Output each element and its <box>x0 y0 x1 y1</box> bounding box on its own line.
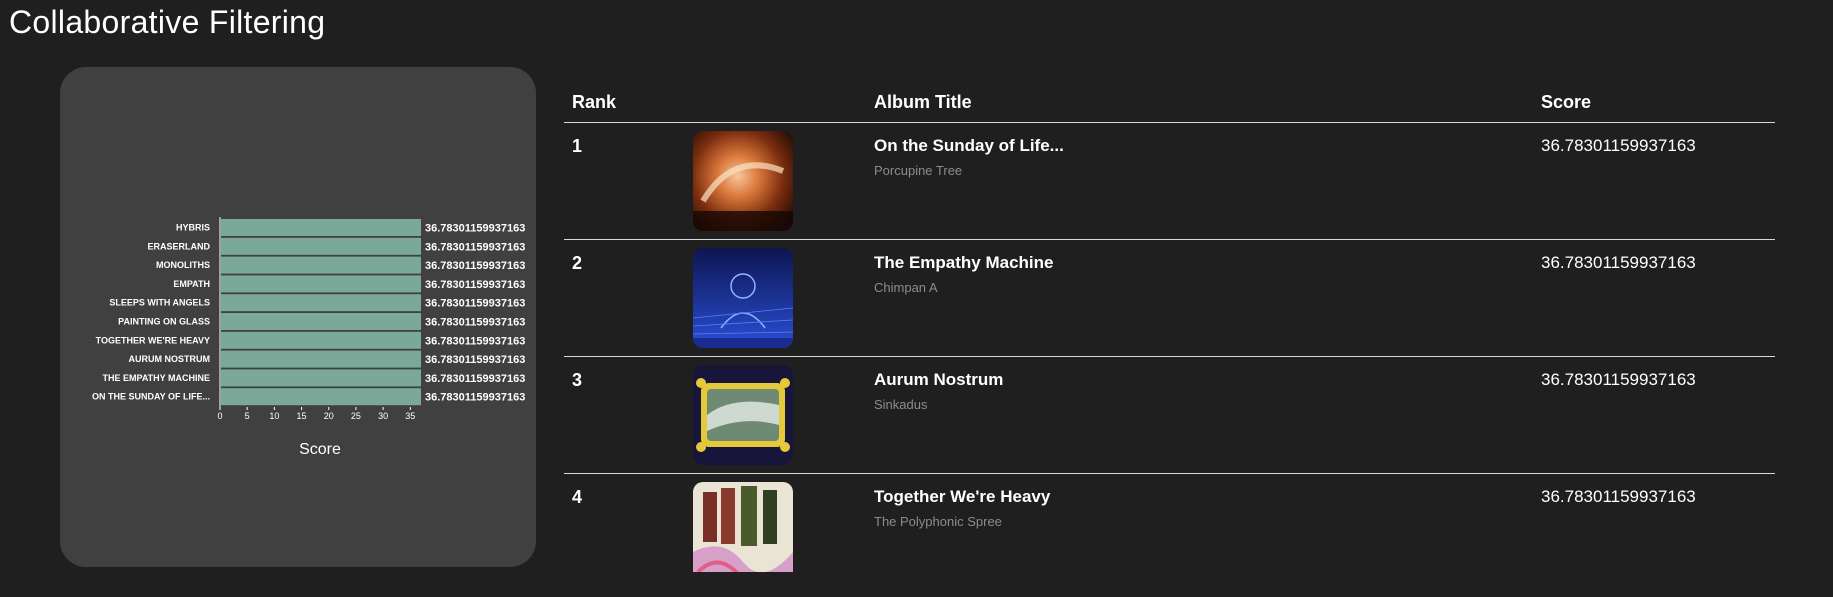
bar <box>221 256 421 274</box>
x-tick-label: 10 <box>269 411 279 421</box>
bar <box>221 237 421 255</box>
recommendation-table: Rank Album Title Score 1 On the Sunday o… <box>564 83 1775 572</box>
score-bar-chart: HYBRIS 36.78301159937163 ERASERLAND 36.7830… <box>92 217 525 458</box>
row-artist: Porcupine Tree <box>874 163 963 178</box>
row-album-title: Aurum Nostrum <box>874 370 1004 389</box>
bar-value-label: 36.78301159937163 <box>425 260 525 272</box>
bar-value-label: 36.78301159937163 <box>425 373 525 385</box>
x-axis-label: Score <box>299 441 341 458</box>
y-tick-label: THE EMPATHY MACHINE <box>102 373 210 383</box>
x-tick-label: 35 <box>405 411 415 421</box>
row-rank: 3 <box>572 370 583 390</box>
y-tick-label: TOGETHER WE'RE HEAVY <box>96 335 210 345</box>
y-tick-label: HYBRIS <box>176 223 210 233</box>
x-tick-label: 30 <box>378 411 388 421</box>
table-row: 4 Together We're Heavy The Polyphonic Sp… <box>564 474 1775 572</box>
row-score: 36.78301159937163 <box>1541 487 1696 506</box>
bar-value-label: 36.78301159937163 <box>425 392 525 404</box>
y-tick-label: MONOLITHS <box>156 260 210 270</box>
x-tick-label: 15 <box>297 411 307 421</box>
bar <box>221 331 421 349</box>
page-title: Collaborative Filtering <box>9 4 326 40</box>
x-tick-label: 5 <box>245 411 250 421</box>
row-album-title: Together We're Heavy <box>874 487 1051 506</box>
row-artist: Sinkadus <box>874 397 928 412</box>
bar-value-label: 36.78301159937163 <box>425 317 525 329</box>
bar <box>221 369 421 387</box>
table-row: 1 On the Sunday of Life... Porcupine Tre… <box>564 123 1775 240</box>
row-score: 36.78301159937163 <box>1541 136 1696 155</box>
row-artist: Chimpan A <box>874 280 938 295</box>
header-rank: Rank <box>572 92 617 112</box>
bar-value-label: 36.78301159937163 <box>425 354 525 366</box>
row-album-title: On the Sunday of Life... <box>874 136 1064 155</box>
x-tick-label: 25 <box>351 411 361 421</box>
table-row: 2 The Empathy Machine Chimpan A 36.78301… <box>564 240 1775 357</box>
album-cover-orange-abstract-icon <box>693 131 793 231</box>
bar-value-label: 36.78301159937163 <box>425 241 525 253</box>
row-score: 36.78301159937163 <box>1541 253 1696 272</box>
album-cover-robed-figures-icon <box>693 482 793 572</box>
bar-value-label: 36.78301159937163 <box>425 298 525 310</box>
x-tick-label: 0 <box>217 411 222 421</box>
row-rank: 1 <box>572 136 583 156</box>
chart-card: HYBRIS 36.78301159937163 ERASERLAND 36.7830… <box>60 67 536 567</box>
bar <box>221 275 421 293</box>
y-tick-label: PAINTING ON GLASS <box>118 317 210 327</box>
table-row: 3 Aurum Nostrum Sinkadus 36.783011599371… <box>564 357 1775 474</box>
bar <box>221 350 421 368</box>
row-rank: 2 <box>572 253 583 273</box>
bar-value-label: 36.78301159937163 <box>425 223 525 235</box>
album-cover-gold-frame-icon <box>693 365 793 465</box>
bar <box>221 294 421 312</box>
album-cover-blue-figure-icon <box>693 248 793 348</box>
bar <box>221 219 421 236</box>
bar <box>221 313 421 330</box>
header-score: Score <box>1541 92 1592 112</box>
x-tick-label: 20 <box>324 411 334 421</box>
row-artist: The Polyphonic Spree <box>874 514 1002 529</box>
y-tick-label: ON THE SUNDAY OF LIFE... <box>92 392 210 402</box>
row-score: 36.78301159937163 <box>1541 370 1696 389</box>
y-tick-label: ERASERLAND <box>147 241 210 251</box>
row-album-title: The Empathy Machine <box>874 253 1054 272</box>
y-tick-label: EMPATH <box>173 279 210 289</box>
bar <box>221 388 421 406</box>
table-header-row: Rank Album Title Score <box>564 83 1775 123</box>
row-rank: 4 <box>572 487 583 507</box>
y-tick-label: AURUM NOSTRUM <box>129 354 211 364</box>
header-album-title: Album Title <box>874 92 972 112</box>
y-tick-label: SLEEPS WITH ANGELS <box>109 298 210 308</box>
bar-value-label: 36.78301159937163 <box>425 335 525 347</box>
bar-value-label: 36.78301159937163 <box>425 279 525 291</box>
